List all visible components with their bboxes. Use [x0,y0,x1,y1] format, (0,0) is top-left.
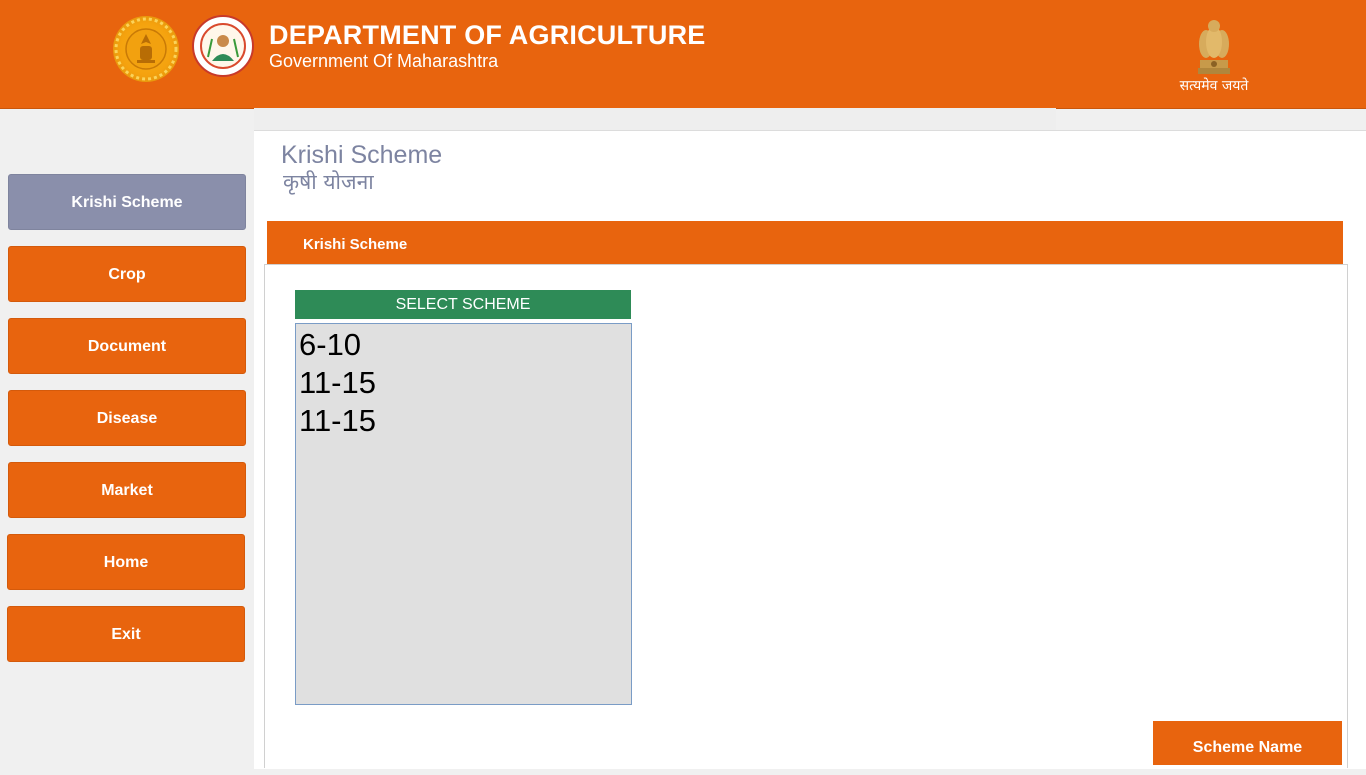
page-title-hindi: कृषी योजना [283,170,374,194]
top-strip [254,108,1056,130]
sidebar-item-market[interactable]: Market [8,462,246,518]
list-item[interactable]: 11-15 [296,402,631,440]
scheme-listbox[interactable]: 6-10 11-15 11-15 [295,323,632,705]
list-item[interactable]: 6-10 [296,326,631,364]
ashoka-emblem-icon [1188,14,1240,78]
header-subtitle: Government Of Maharashtra [269,51,499,71]
scheme-name-button[interactable]: Scheme Name [1153,721,1342,765]
sidebar-item-crop[interactable]: Crop [8,246,246,302]
sidebar-item-disease[interactable]: Disease [8,390,246,446]
sidebar-item-exit[interactable]: Exit [7,606,245,662]
header-title: DEPARTMENT OF AGRICULTURE [269,20,706,50]
select-scheme-header: SELECT SCHEME [295,290,631,319]
sidebar-item-krishi-scheme[interactable]: Krishi Scheme [8,174,246,230]
sidebar-item-document[interactable]: Document [8,318,246,374]
page-title: Krishi Scheme [281,141,443,169]
tab-bar [267,221,1343,264]
list-item[interactable]: 11-15 [296,364,631,402]
sidebar-item-home[interactable]: Home [7,534,245,590]
header-motto: सत्यमेव जयते [1179,78,1249,94]
app-header: DEPARTMENT OF AGRICULTURE Government Of … [0,0,1366,109]
tab-krishi-scheme[interactable]: Krishi Scheme [303,236,407,253]
agriculture-dept-logo-icon [192,15,254,77]
maharashtra-seal-icon [113,16,179,82]
